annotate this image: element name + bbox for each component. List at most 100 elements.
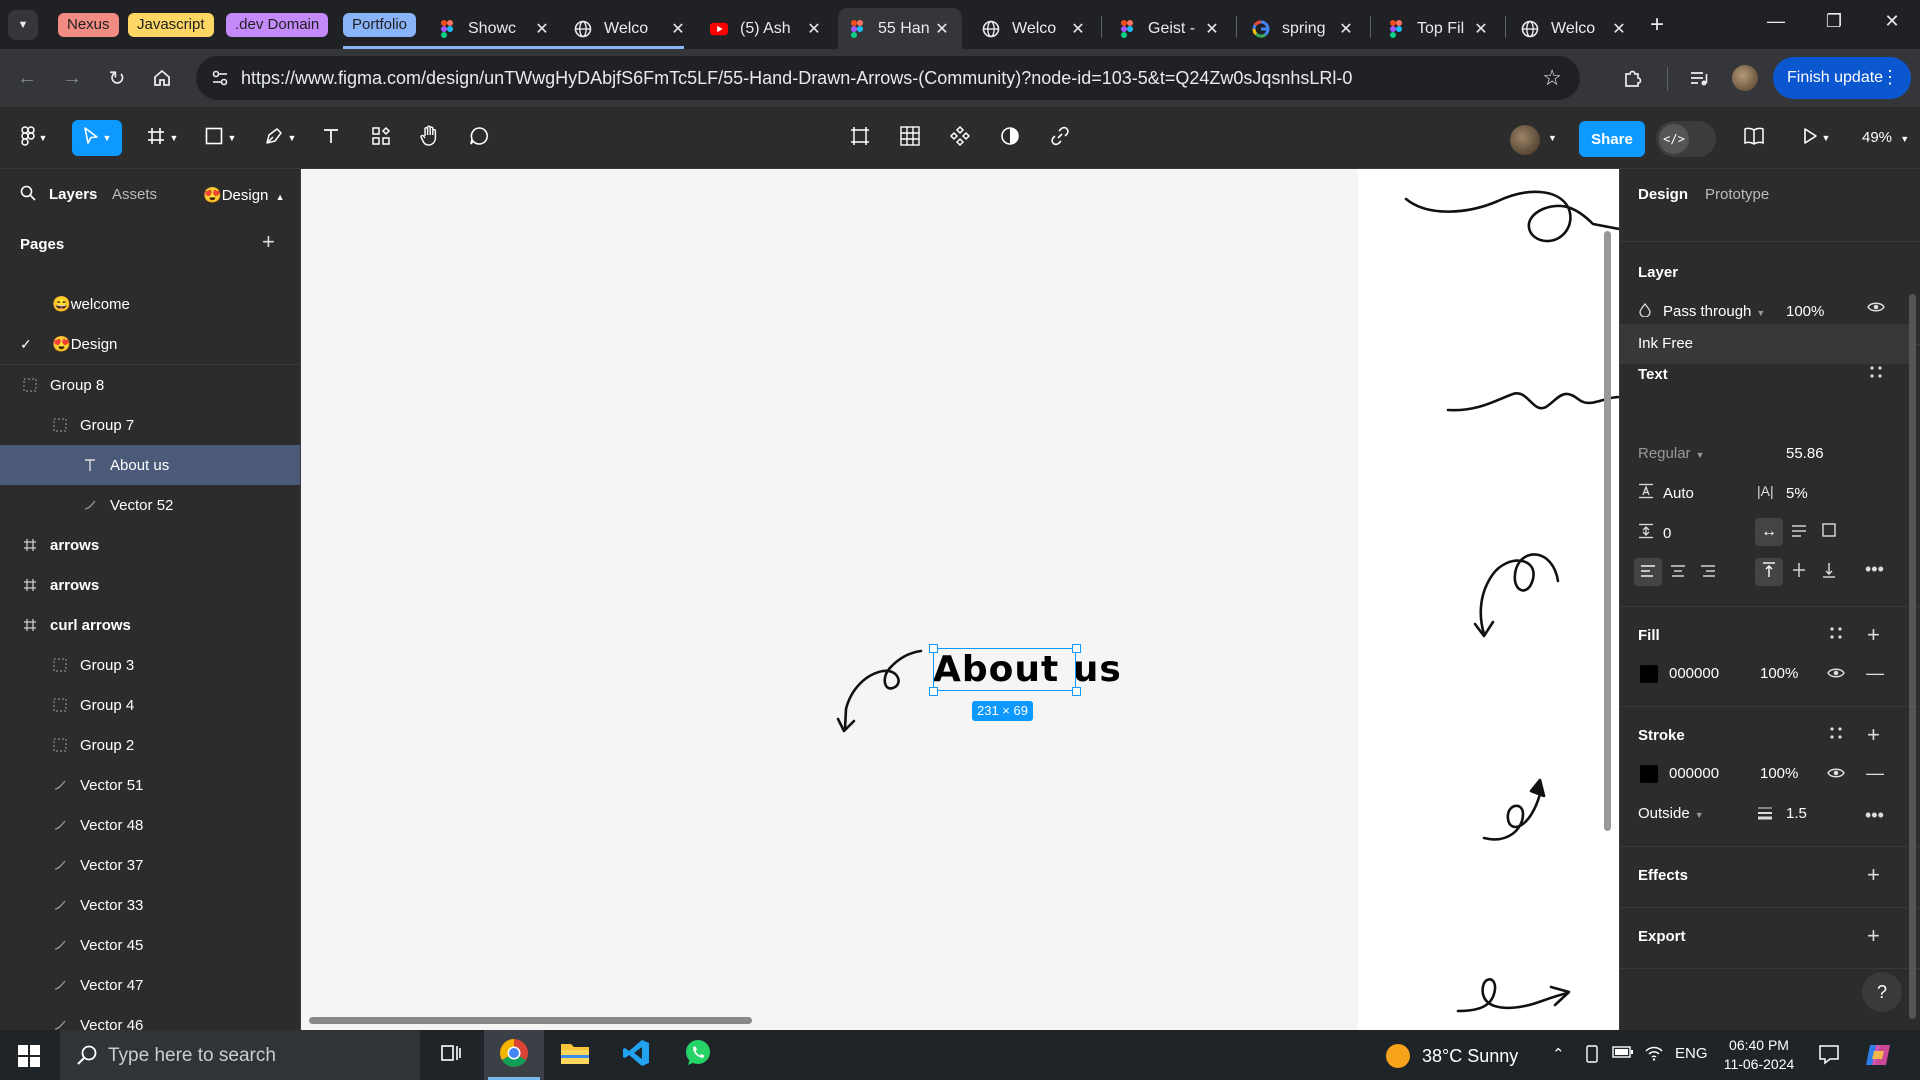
dev-mode-toggle[interactable]: </> xyxy=(1656,121,1716,157)
library-button[interactable] xyxy=(1738,120,1770,156)
remove-stroke-minus-icon[interactable]: — xyxy=(1866,763,1884,784)
auto-width-button[interactable]: ↔ xyxy=(1755,518,1783,546)
add-effect-plus-icon[interactable]: + xyxy=(1867,862,1880,888)
back-arrow-icon[interactable]: ← xyxy=(10,61,44,95)
main-menu-button[interactable]: ▼ xyxy=(14,120,54,156)
restore-icon[interactable]: ❐ xyxy=(1814,11,1854,32)
layer-row[interactable]: Vector 52 xyxy=(0,485,300,525)
media-controls-icon[interactable] xyxy=(1684,63,1714,93)
layer-row[interactable]: Group 3 xyxy=(0,645,300,685)
resize-handle-top-left[interactable] xyxy=(929,644,938,653)
share-button[interactable]: Share xyxy=(1579,121,1645,157)
finish-update-button[interactable]: Finish update ⋮ xyxy=(1773,57,1911,99)
layer-row[interactable]: arrows xyxy=(0,525,300,565)
styles-grid-icon[interactable] xyxy=(1829,726,1843,740)
align-top-button[interactable] xyxy=(1755,558,1783,586)
layer-row[interactable]: About us xyxy=(0,445,300,485)
taskbar-chrome[interactable] xyxy=(484,1030,544,1080)
minimize-icon[interactable]: — xyxy=(1756,11,1796,32)
add-export-plus-icon[interactable]: + xyxy=(1867,923,1880,949)
panel-scrollbar[interactable] xyxy=(1909,294,1916,1019)
taskbar-vscode[interactable] xyxy=(606,1030,666,1080)
fill-opacity-input[interactable]: 100% xyxy=(1760,665,1798,682)
show-hidden-icons-chevron-up-icon[interactable]: ⌃ xyxy=(1552,1045,1565,1063)
browser-tab[interactable]: (5) Ash ✕ xyxy=(700,8,834,49)
reload-icon[interactable]: ↻ xyxy=(100,61,134,95)
extensions-icon[interactable] xyxy=(1618,63,1648,93)
horizontal-scrollbar[interactable] xyxy=(309,1017,752,1024)
blend-mode-select[interactable]: Pass through ▼ xyxy=(1663,303,1765,320)
mask-tool[interactable] xyxy=(994,120,1026,156)
tab-group-nexus[interactable]: Nexus xyxy=(58,13,119,37)
site-info-icon[interactable] xyxy=(210,68,230,88)
frame-tool[interactable]: ▼ xyxy=(140,120,184,156)
add-page-plus-icon[interactable]: + xyxy=(262,229,275,255)
eye-visibility-icon[interactable] xyxy=(1867,301,1885,313)
tab-layers[interactable]: Layers xyxy=(49,186,97,203)
layer-row[interactable]: Vector 37 xyxy=(0,845,300,885)
add-stroke-plus-icon[interactable]: + xyxy=(1867,722,1880,748)
crop-frame-tool[interactable] xyxy=(844,120,876,156)
browser-tab[interactable]: Welco ✕ xyxy=(972,8,1098,49)
resize-handle-bottom-left[interactable] xyxy=(929,687,938,696)
close-icon[interactable]: ✕ xyxy=(668,19,688,39)
tab-prototype[interactable]: Prototype xyxy=(1705,186,1769,203)
align-right-button[interactable] xyxy=(1694,558,1722,586)
comment-tool[interactable] xyxy=(464,120,494,156)
page-item-welcome[interactable]: 😄welcome xyxy=(0,284,300,324)
address-bar[interactable]: https://www.figma.com/design/unTWwgHyDAb… xyxy=(196,56,1580,100)
layer-row[interactable]: Vector 51 xyxy=(0,765,300,805)
layer-row[interactable]: Group 7 xyxy=(0,405,300,445)
styles-grid-icon[interactable] xyxy=(1869,365,1883,379)
close-icon[interactable]: ✕ xyxy=(1336,19,1356,39)
remove-fill-minus-icon[interactable]: — xyxy=(1866,663,1884,684)
link-tool[interactable] xyxy=(1044,120,1076,156)
browser-tab[interactable]: Top Fil ✕ xyxy=(1377,8,1501,49)
resources-tool[interactable] xyxy=(366,120,396,156)
close-icon[interactable]: ✕ xyxy=(1471,19,1491,39)
search-icon[interactable] xyxy=(20,185,36,206)
close-icon[interactable]: ✕ xyxy=(1202,19,1222,39)
align-center-button[interactable] xyxy=(1664,558,1692,586)
browser-tab[interactable]: spring ✕ xyxy=(1242,8,1366,49)
shape-tool[interactable]: ▼ xyxy=(198,120,242,156)
taskbar-whatsapp[interactable] xyxy=(668,1030,728,1080)
close-icon[interactable]: ✕ xyxy=(1068,19,1088,39)
forward-arrow-icon[interactable]: → xyxy=(55,61,89,95)
styles-grid-icon[interactable] xyxy=(1829,626,1843,640)
layer-row[interactable]: Group 4 xyxy=(0,685,300,725)
device-icon[interactable] xyxy=(1584,1045,1600,1067)
notifications-icon[interactable] xyxy=(1818,1043,1840,1069)
layer-row[interactable]: Vector 47 xyxy=(0,965,300,1005)
window-close-icon[interactable]: ✕ xyxy=(1872,11,1912,32)
auto-height-button[interactable] xyxy=(1785,518,1813,546)
layer-row[interactable]: Group 8 xyxy=(0,365,300,405)
layer-row[interactable]: Vector 45 xyxy=(0,925,300,965)
multiplayer-avatar[interactable] xyxy=(1510,125,1540,155)
browser-tab-active[interactable]: 55 Han ✕ xyxy=(838,8,962,49)
line-height-input[interactable]: Auto xyxy=(1663,485,1694,502)
fixed-size-button[interactable] xyxy=(1815,518,1843,546)
hand-tool[interactable] xyxy=(414,120,444,156)
close-icon[interactable]: ✕ xyxy=(932,19,952,39)
canvas[interactable]: About us 231 × 69 xyxy=(301,169,1619,1030)
wifi-icon[interactable] xyxy=(1644,1045,1664,1065)
taskbar-file-explorer[interactable] xyxy=(545,1030,605,1080)
align-left-button[interactable] xyxy=(1634,558,1662,586)
battery-icon[interactable] xyxy=(1612,1045,1634,1063)
system-clock[interactable]: 06:40 PM 11-06-2024 xyxy=(1714,1036,1804,1074)
bookmark-star-icon[interactable]: ☆ xyxy=(1542,65,1562,91)
browser-tab[interactable]: Showc ✕ xyxy=(428,8,562,49)
stroke-position-select[interactable]: Outside ▼ xyxy=(1638,805,1704,822)
close-icon[interactable]: ✕ xyxy=(804,19,824,39)
layer-row[interactable]: Group 2 xyxy=(0,725,300,765)
tab-group-portfolio[interactable]: Portfolio xyxy=(343,13,417,37)
more-horizontal-icon[interactable]: ••• xyxy=(1865,805,1884,826)
font-size-input[interactable]: 55.86 xyxy=(1786,445,1824,462)
stroke-color-swatch[interactable] xyxy=(1640,765,1658,783)
eye-visibility-icon[interactable] xyxy=(1827,767,1845,779)
align-bottom-button[interactable] xyxy=(1815,558,1843,586)
task-view-button[interactable] xyxy=(420,1030,480,1080)
help-button[interactable]: ? xyxy=(1862,972,1902,1012)
browser-tab[interactable]: Welco ✕ xyxy=(1511,8,1639,49)
